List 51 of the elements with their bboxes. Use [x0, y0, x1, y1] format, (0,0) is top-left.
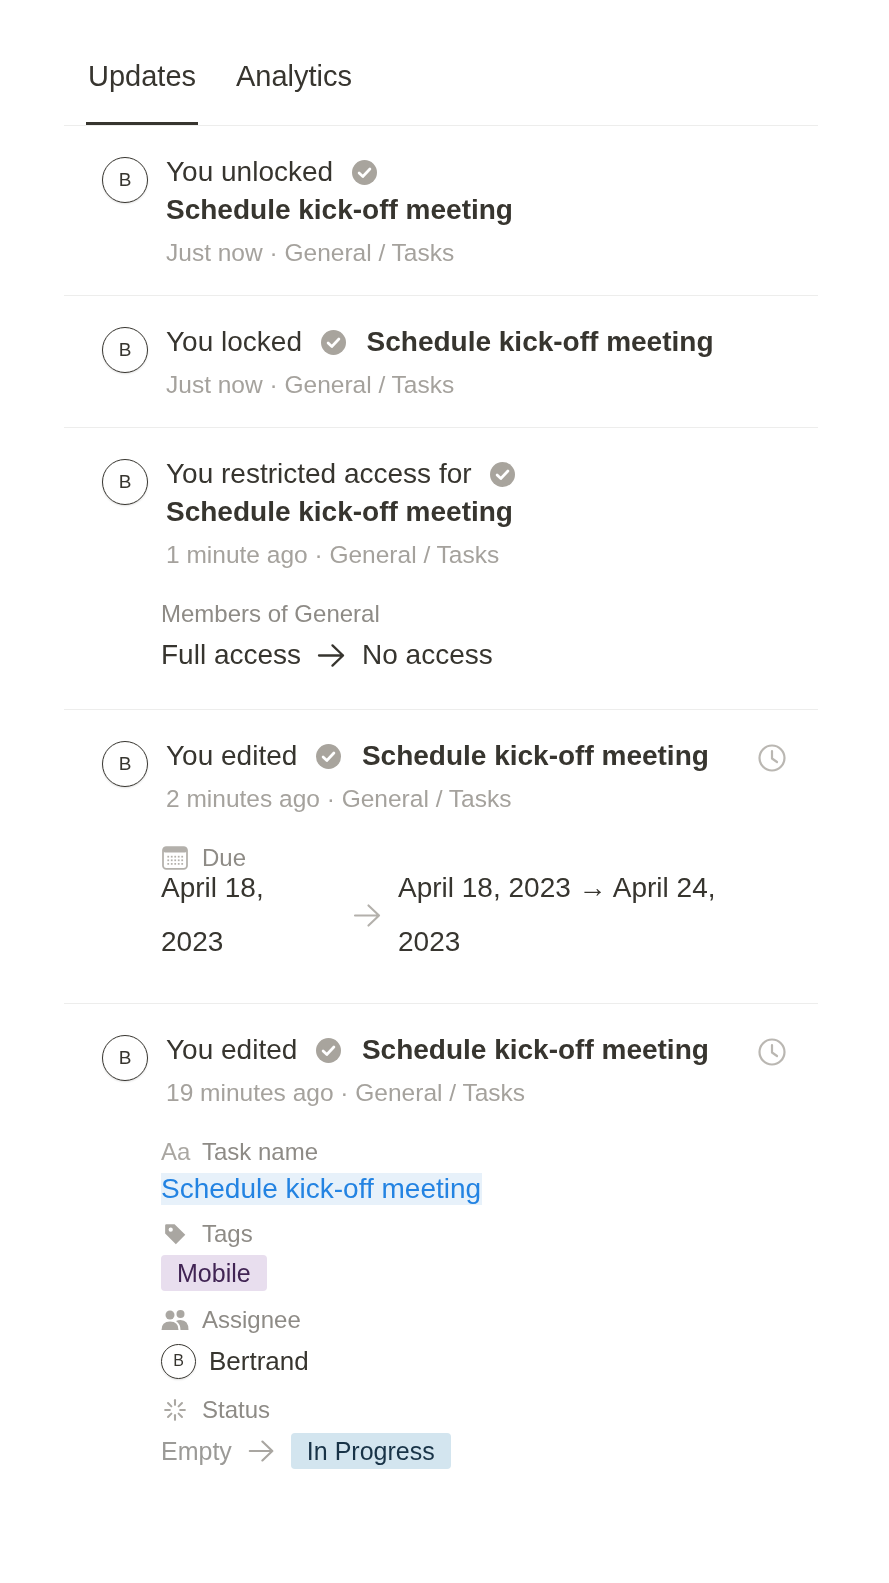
- page-title: Schedule kick-off meeting: [166, 496, 513, 527]
- people-icon: [161, 1308, 189, 1332]
- text-type-icon: Aa: [161, 1137, 189, 1167]
- check-circle-icon: [316, 744, 342, 769]
- arrow-icon: [353, 902, 382, 928]
- person-name: Bertrand: [209, 1345, 309, 1378]
- action-text: You unlocked: [166, 156, 334, 187]
- property-label: Tags: [202, 1219, 253, 1249]
- tab[interactable]: Analytics: [234, 40, 355, 125]
- old-value: Full access: [161, 638, 302, 672]
- page-title: Schedule kick-off meeting: [361, 740, 709, 771]
- clock-icon[interactable]: [758, 744, 786, 772]
- page-title: Schedule kick-off meeting: [361, 1034, 709, 1065]
- property-label: Status: [202, 1395, 271, 1425]
- arrow-icon: [317, 642, 347, 668]
- avatar: B: [102, 1035, 148, 1081]
- old-date: April 18, 2023: [161, 871, 265, 959]
- arrow-icon: [247, 1439, 275, 1463]
- calendar-icon: [161, 846, 189, 870]
- timestamp-and-location: Just now · General / Tasks: [166, 239, 456, 267]
- tag: Mobile: [161, 1255, 267, 1291]
- timestamp-and-location: 1 minute ago · General / Tasks: [166, 541, 501, 569]
- action-text: You edited: [166, 1034, 298, 1065]
- property-label: Task name: [202, 1137, 319, 1167]
- property-label: Members of General: [161, 599, 380, 629]
- timestamp-and-location: 2 minutes ago · General / Tasks: [166, 785, 513, 813]
- timestamp-and-location: 19 minutes ago · General / Tasks: [166, 1079, 527, 1107]
- action-text: You locked: [166, 326, 302, 357]
- check-circle-icon: [316, 1038, 342, 1063]
- check-circle-icon: [320, 330, 346, 355]
- clock-icon[interactable]: [758, 1038, 786, 1066]
- added-text: Schedule kick-off meeting: [161, 1173, 483, 1205]
- status-badge: In Progress: [290, 1433, 451, 1469]
- check-circle-icon: [351, 160, 377, 185]
- check-circle-icon: [490, 462, 516, 487]
- avatar: B: [102, 157, 148, 203]
- status-icon: [161, 1398, 189, 1422]
- timestamp-and-location: Just now · General / Tasks: [166, 371, 456, 399]
- avatar: B: [102, 327, 148, 373]
- avatar: B: [102, 459, 148, 505]
- avatar: B: [102, 741, 148, 787]
- action-text: You edited: [166, 740, 298, 771]
- old-status: Empty: [161, 1436, 232, 1467]
- property-label: Assignee: [202, 1305, 301, 1335]
- page-title: Schedule kick-off meeting: [366, 326, 714, 357]
- new-date: April 18, 2023 → April 24, 2023: [398, 871, 717, 959]
- action-text: You restricted access for: [166, 458, 472, 489]
- tab[interactable]: Updates: [86, 40, 198, 125]
- new-value: No access: [362, 638, 493, 672]
- page-title: Schedule kick-off meeting: [166, 194, 513, 225]
- property-label: Due: [202, 843, 247, 873]
